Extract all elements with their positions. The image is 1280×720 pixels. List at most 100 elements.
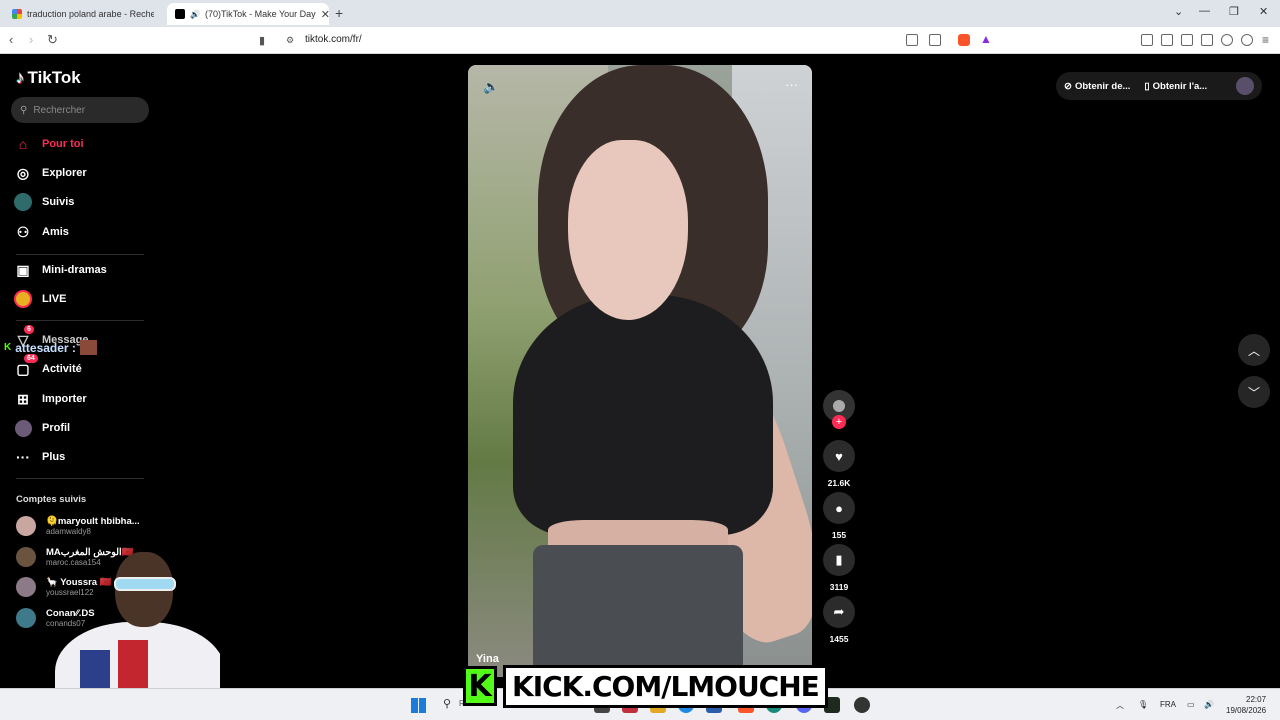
nav-plus[interactable]: ··· Plus <box>14 448 65 466</box>
taskbar-search-icon[interactable]: ⚲ <box>443 697 451 710</box>
back-icon[interactable]: ‹ <box>9 32 13 47</box>
tab-title: traduction poland arabe - Recherche <box>27 9 154 19</box>
obs-icon[interactable] <box>854 697 870 713</box>
new-tab-button[interactable]: + <box>335 5 343 21</box>
avatar <box>16 547 36 567</box>
close-window-icon[interactable]: ✕ <box>1259 5 1268 18</box>
close-tab-icon[interactable]: ✕ <box>321 8 330 21</box>
search-icon: ⚲ <box>20 104 28 116</box>
leo-icon[interactable] <box>1221 34 1233 46</box>
chat-username-text: attesader : <box>15 340 76 355</box>
profile-icon <box>14 419 32 437</box>
user-avatar[interactable] <box>1236 77 1254 95</box>
tab-google-search[interactable]: traduction poland arabe - Recherche <box>4 3 162 25</box>
nav-activite[interactable]: ▢ 64 Activité <box>14 354 82 378</box>
tiktok-favicon-icon <box>175 9 185 19</box>
menu-icon[interactable]: ≡ <box>1262 33 1269 47</box>
wallet-icon[interactable] <box>1201 34 1213 46</box>
upload-icon: ⊞ <box>17 390 29 407</box>
search-input[interactable] <box>33 104 134 116</box>
language-indicator[interactable]: FRA <box>1160 700 1176 709</box>
nav-explorer[interactable]: ◎ Explorer <box>14 164 87 182</box>
nav-label: Plus <box>42 451 66 463</box>
brave-shields-icon[interactable] <box>958 34 970 46</box>
nav-label: Importer <box>42 393 87 405</box>
save-count: 3119 <box>829 582 849 592</box>
cast-icon[interactable] <box>929 34 941 46</box>
home-icon: ⌂ <box>18 136 28 152</box>
minimize-icon[interactable]: — <box>1199 5 1210 17</box>
network-icon[interactable]: ▭ <box>1187 700 1195 709</box>
sidebar-icon[interactable] <box>1181 34 1193 46</box>
activity-icon: ▢ 64 <box>14 354 38 378</box>
volume-tray-icon[interactable]: 🔊 <box>1204 700 1214 709</box>
rewards-icon[interactable]: ▲ <box>980 32 992 46</box>
windows-start-icon[interactable] <box>411 698 426 713</box>
forward-icon[interactable]: › <box>29 32 33 47</box>
video-figure-jeans <box>533 545 743 677</box>
save-action[interactable]: ▮ 3119 <box>823 544 855 592</box>
like-count: 21.6K <box>827 478 851 488</box>
site-info-icon[interactable]: ⚙ <box>286 35 294 46</box>
video-more-icon[interactable]: ··· <box>785 77 798 92</box>
tab-search-icon[interactable]: ⌄ <box>1174 5 1183 18</box>
next-video-button[interactable]: ﹀ <box>1238 376 1270 408</box>
following-icon <box>14 193 32 211</box>
stream-chat-username: K attesader : <box>4 340 97 355</box>
tab-tiktok[interactable]: 🔊 (70)TikTok - Make Your Day ✕ <box>167 3 330 25</box>
comment-count: 155 <box>831 530 847 540</box>
media-icon[interactable] <box>1161 34 1173 46</box>
video-figure-face <box>568 140 688 320</box>
microphone-icon[interactable]: 🎙 <box>1138 700 1148 709</box>
maximize-icon[interactable]: ❐ <box>1229 5 1239 18</box>
get-app-button[interactable]: ▯ Obtenir l'a... <box>1144 81 1207 92</box>
nav-suivis[interactable]: Suivis <box>14 193 74 211</box>
heart-icon[interactable]: ♥ <box>823 440 855 472</box>
followed-account[interactable]: 🫠maryoult hbibha... adamwaldy8 <box>16 516 140 536</box>
share-count: 1455 <box>829 634 849 644</box>
avatar <box>16 608 36 628</box>
comment-icon[interactable]: ● <box>823 492 855 524</box>
video-player[interactable]: 🔈 ··· Yina <box>468 65 812 677</box>
nav-live[interactable]: LIVE <box>14 290 66 308</box>
extensions-icon[interactable] <box>1141 34 1153 46</box>
get-coins-button[interactable]: ⊘ Obtenir de... <box>1064 81 1130 92</box>
volume-icon[interactable]: 🔈 <box>483 79 499 95</box>
creator-avatar-action[interactable]: + <box>823 390 855 429</box>
nav-importer[interactable]: ⊞ Importer <box>14 390 87 408</box>
kick-url-text: KICK.COM/LMOUCHE <box>503 664 828 708</box>
nav-label: Explorer <box>42 167 87 179</box>
kick-logo-icon: K <box>463 666 497 706</box>
nav-pour-toi[interactable]: ⌂ Pour toi <box>14 135 84 153</box>
search-box[interactable]: ⚲ <box>11 97 149 123</box>
clock-date: 19/08/2026 <box>1226 706 1267 715</box>
stream-banner: K KICK.COM/LMOUCHE <box>463 664 828 708</box>
comment-action[interactable]: ● 155 <box>823 492 855 540</box>
nav-mini-dramas[interactable]: ▣ Mini-dramas <box>14 261 107 279</box>
tiktok-note-icon: ♪ <box>16 68 25 87</box>
bookmark-icon[interactable]: ▮ <box>823 544 855 576</box>
share-action[interactable]: ➦ 1455 <box>823 596 855 644</box>
previous-video-button[interactable]: ︿ <box>1238 334 1270 366</box>
clock-time: 22:07 <box>1246 695 1267 704</box>
like-action[interactable]: ♥ 21.6K <box>823 440 855 488</box>
url-field[interactable]: tiktok.com/fr/ <box>305 34 362 45</box>
nav-label: Pour toi <box>42 138 84 150</box>
follow-plus-icon[interactable]: + <box>832 415 846 429</box>
clock[interactable]: 22:07 19/08/2026 <box>1226 694 1266 716</box>
followed-username: adamwaldy8 <box>46 527 91 536</box>
translate-icon[interactable] <box>906 34 918 46</box>
followed-name: 🫠maryoult hbibha... <box>46 516 140 527</box>
reload-icon[interactable]: ↻ <box>47 32 58 48</box>
nav-profil[interactable]: Profil <box>14 419 70 437</box>
kick-badge-icon: K <box>4 342 12 353</box>
tray-chevron-icon[interactable]: ︿ <box>1116 700 1124 711</box>
nav-label: Mini-dramas <box>42 264 107 276</box>
tiktok-logo[interactable]: ♪ TikTok <box>16 68 81 88</box>
tab-bar: traduction poland arabe - Recherche 🔊 (7… <box>0 0 1280 27</box>
vpn-icon[interactable] <box>1241 34 1253 46</box>
share-icon[interactable]: ➦ <box>823 596 855 628</box>
nav-amis[interactable]: ⚇ Amis <box>14 223 69 241</box>
nav-divider <box>16 478 144 479</box>
bookmark-icon[interactable]: ▮ <box>259 34 265 47</box>
